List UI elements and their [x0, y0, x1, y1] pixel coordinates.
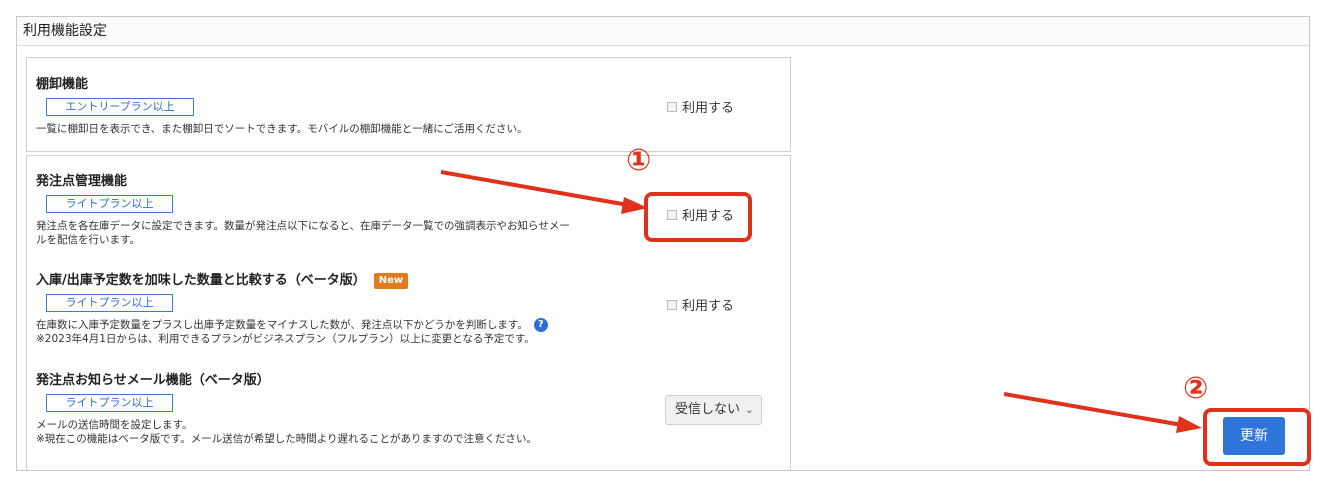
annotation-arrows — [440, 170, 1202, 433]
annotation-box-2 — [1203, 408, 1311, 466]
annotation-marker-1: ① — [626, 143, 652, 178]
arrow-1-line — [440, 170, 629, 207]
annotation-marker-2: ② — [1183, 371, 1209, 406]
arrow-2-head — [1176, 416, 1202, 433]
annotation-box-1 — [644, 192, 752, 242]
arrow-2-line — [1003, 392, 1183, 427]
